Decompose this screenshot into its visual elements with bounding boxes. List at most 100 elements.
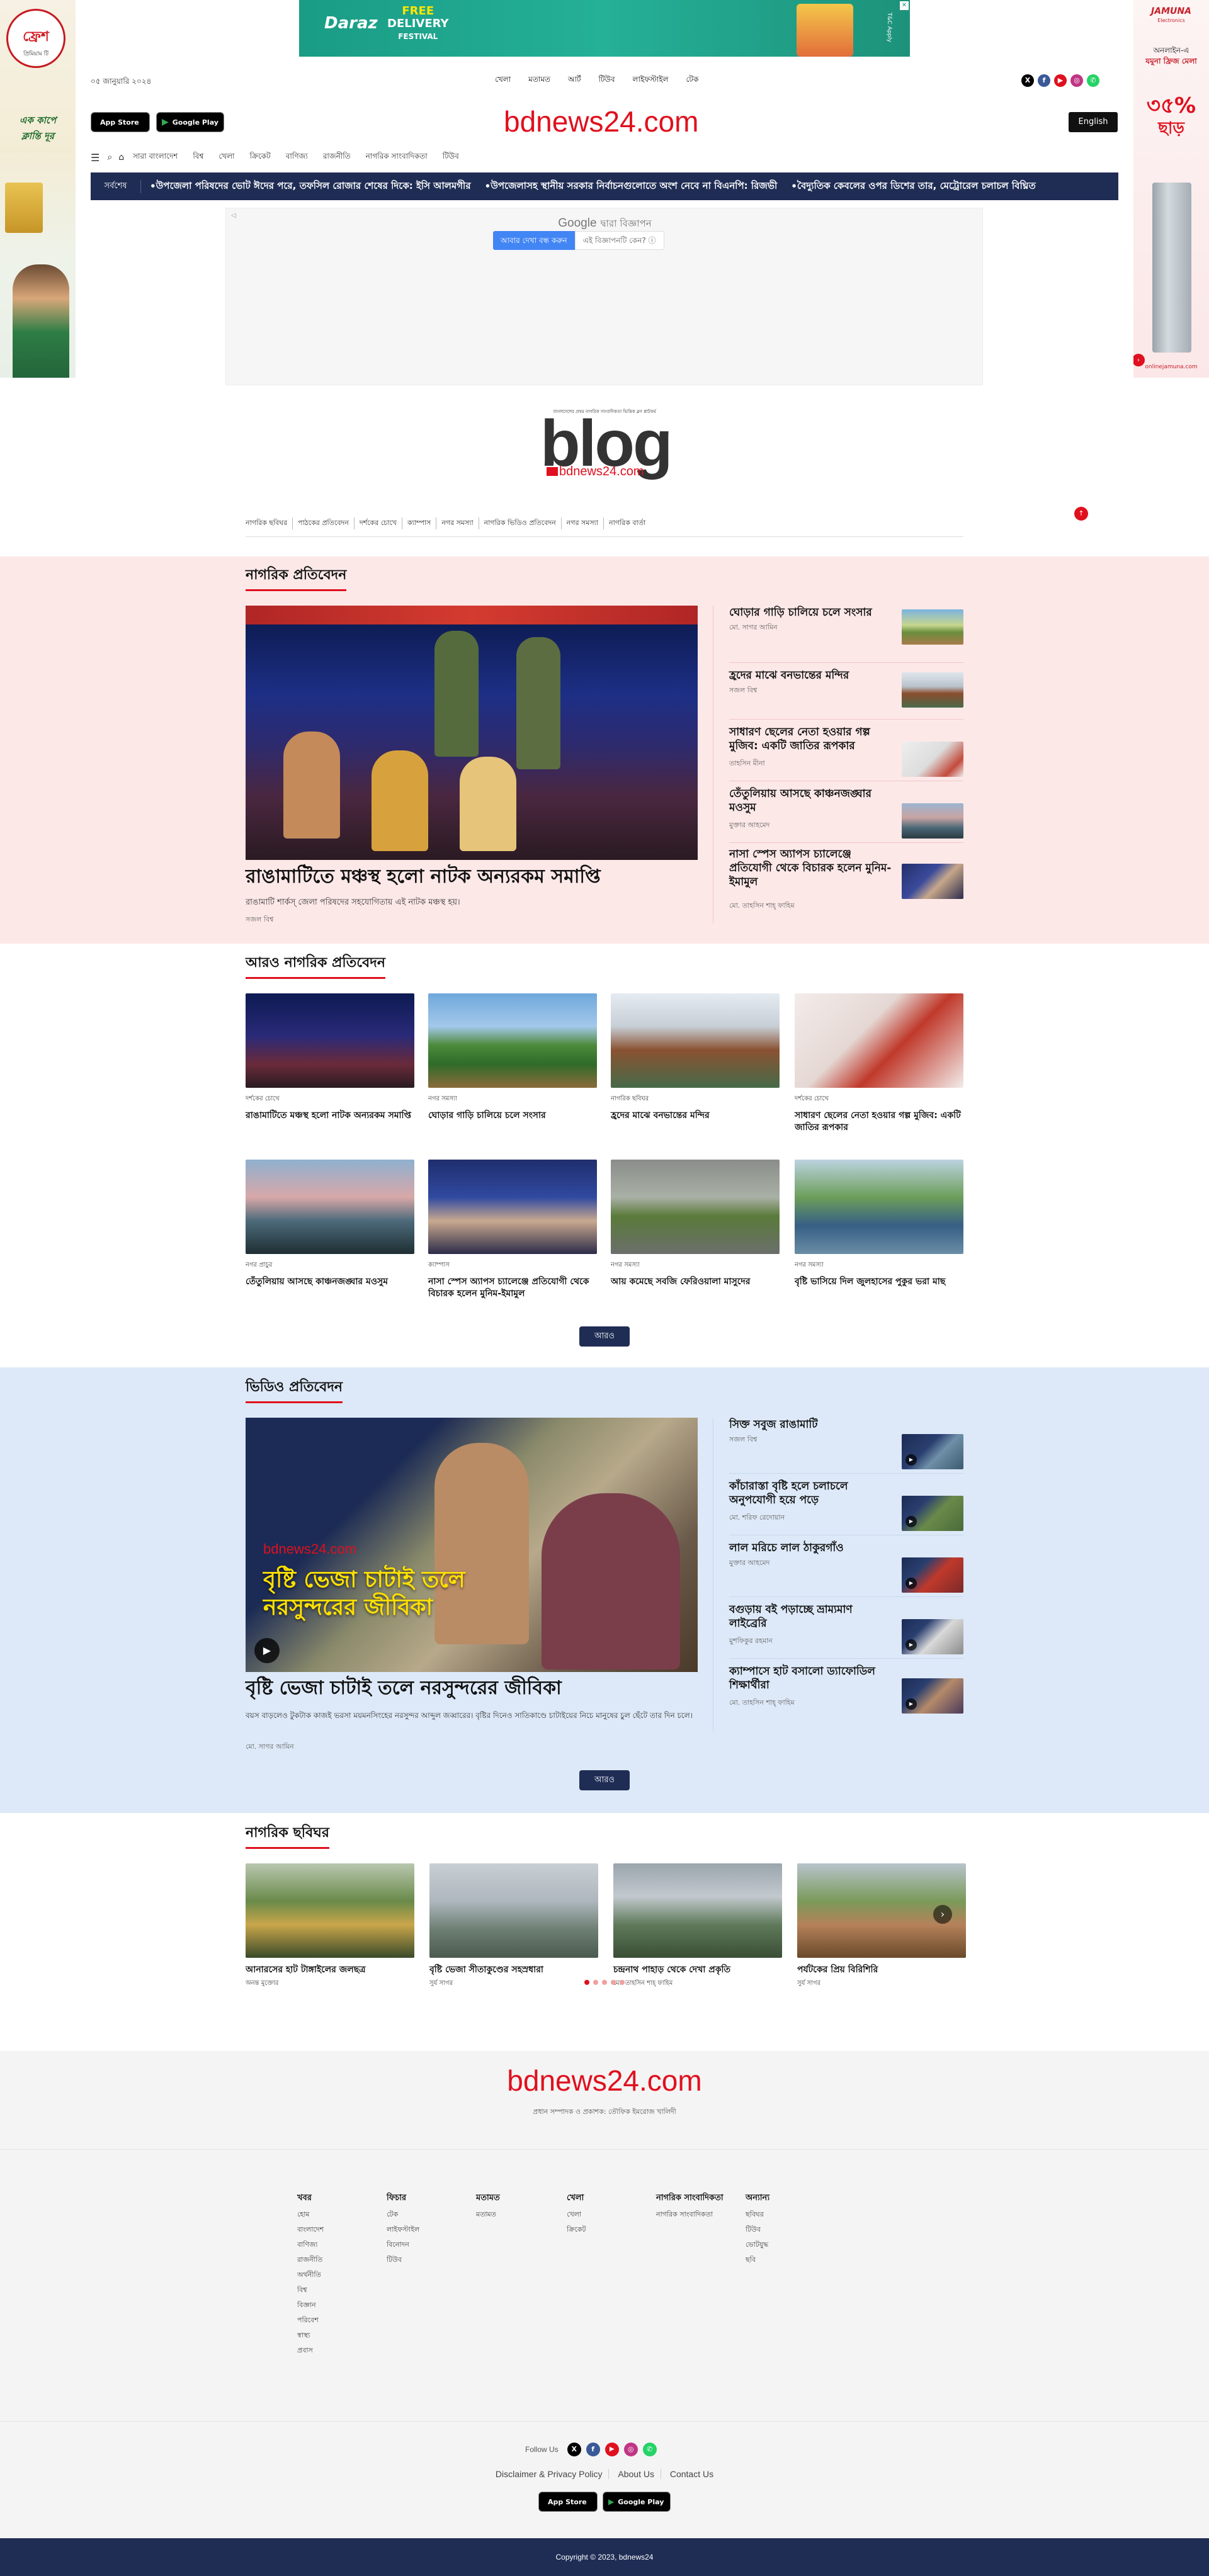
ad-back-icon[interactable]: ◁ [231, 212, 236, 219]
blog-nav-item[interactable]: নগর সমস্যা [562, 517, 604, 529]
news-card[interactable]: দর্শকের চোখে সাধারণ ছেলের নেতা হওয়ার গল… [795, 993, 963, 1134]
card-category[interactable]: ক্যাম্পাস [428, 1260, 597, 1271]
carousel-dot[interactable] [602, 1980, 607, 1985]
side-item-title[interactable]: হ্রদের মাঝে বনভান্তের মন্দির [729, 669, 893, 682]
youtube-icon[interactable]: ▶ [1054, 74, 1067, 87]
footer-link[interactable]: বিজ্ঞান [297, 2298, 324, 2313]
card-category[interactable]: নগর সমস্যা [611, 1260, 780, 1271]
card-title[interactable]: আনারসের হাট টাঙ্গাইলের জলছত্র [246, 1964, 414, 1976]
facebook-icon[interactable]: f [1038, 74, 1050, 87]
card-category[interactable]: নগর সমস্যা [795, 1260, 963, 1271]
card-title[interactable]: নাসা স্পেস অ্যাপস চ্যালেঞ্জে প্রতিযোগী থ… [428, 1276, 597, 1300]
footer-link[interactable]: অর্থনীতি [297, 2268, 324, 2283]
footer-link[interactable]: বাণিজ্য [297, 2237, 324, 2252]
english-button[interactable]: English [1069, 112, 1118, 132]
news-card[interactable]: দর্শকের চোখে রাঙামাটিতে মঞ্চস্থ হলো নাটক… [246, 993, 414, 1122]
search-icon[interactable]: ⌕ [107, 152, 112, 162]
nagorik-side-item[interactable]: হ্রদের মাঝে বনভান্তের মন্দির সজল বিশ্ব [729, 669, 963, 725]
news-card[interactable]: নগর প্রাচুর তেঁতুলিয়ায় আসছে কাঞ্চনজঙ্ঘ… [246, 1160, 414, 1288]
topnav-item[interactable]: টেক [678, 74, 708, 87]
video-side-item[interactable]: কাঁচারাস্তা বৃষ্টি হলে চলাচলে অনুপযোগী হ… [729, 1479, 963, 1536]
card-category[interactable]: দর্শকের চোখে [795, 1094, 963, 1105]
side-item-title[interactable]: সিক্ত সবুজ রাঙামাটি [729, 1418, 893, 1432]
ticker-item[interactable]: উপজেলাসহ স্থানীয় সরকার নির্বাচনগুলোতে অ… [491, 179, 777, 195]
side-item-title[interactable]: কাঁচারাস্তা বৃষ্টি হলে চলাচলে অনুপযোগী হ… [729, 1479, 893, 1507]
card-title[interactable]: ঘোড়ার গাড়ি চালিয়ে চলে সংসার [428, 1110, 597, 1122]
nagorik-lead-title[interactable]: রাঙামাটিতে মঞ্চস্থ হলো নাটক অন্যরকম সমাপ… [246, 866, 698, 888]
contact-link[interactable]: Contact Us [664, 2469, 720, 2479]
footer-link[interactable]: হোম [297, 2207, 324, 2222]
footer-google-play-button[interactable]: ▶ Google Play [603, 2492, 671, 2512]
side-item-title[interactable]: তেঁতুলিয়ায় আসছে কাঞ্চনজঙ্ঘার মওসুম [729, 787, 893, 815]
blog-nav-item[interactable]: নাগরিক ছবিঘর [246, 517, 293, 529]
carousel-next-icon[interactable]: › [933, 1905, 952, 1924]
photo-card[interactable]: বৃষ্টি ভেজা সীতাকুণ্ডের সহস্রধারা সুর্য … [429, 1863, 598, 1989]
news-card[interactable]: নগর সমস্যা আয় কমেছে সবজি ফেরিওয়ালা মাস… [611, 1160, 780, 1288]
footer-link[interactable]: ক্রিকেট [567, 2222, 586, 2237]
play-icon[interactable]: ▶ [905, 1516, 917, 1527]
side-item-title[interactable]: নাসা স্পেস অ্যাপস চ্যালেঞ্জে প্রতিযোগী থ… [729, 847, 893, 889]
right-skin-ad[interactable]: JAMUNA Electronics অনলাইন-এ যমুনা ফ্রিজ … [1133, 0, 1209, 378]
daraz-banner-ad[interactable]: Daraz FREE DELIVERY FESTIVAL T&C Apply ✕ [299, 0, 910, 57]
ad-close-icon[interactable]: ✕ [900, 1, 909, 10]
side-item-title[interactable]: ক্যাম্পাসে হাট বসালো ড্যাফোডিল শিক্ষার্থ… [729, 1664, 893, 1692]
play-icon[interactable]: ▶ [905, 1454, 917, 1466]
footer-link[interactable]: মতামত [476, 2207, 500, 2222]
footer-link[interactable]: পরিবেশ [297, 2313, 324, 2328]
news-card[interactable]: নাগরিক ছবিঘর হ্রদের মাঝে বনভান্তের মন্দি… [611, 993, 780, 1122]
carousel-dot[interactable] [611, 1980, 616, 1985]
blog-nav-item[interactable]: নগর সমস্যা [436, 517, 479, 529]
nav-item[interactable]: নাগরিক সাংবাদিকতা [358, 151, 435, 164]
footer-link[interactable]: লাইফস্টাইল [387, 2222, 419, 2237]
footer-link[interactable]: ভোটযুদ্ধ [746, 2237, 769, 2252]
nagorik-side-item[interactable]: সাধারণ ছেলের নেতা হওয়ার গল্প মুজিব: একট… [729, 725, 963, 782]
photo-card[interactable]: পর্যটকের প্রিয় বিরিশিরি সুর্য সাগর [797, 1863, 966, 1989]
news-card[interactable]: ক্যাম্পাস নাসা স্পেস অ্যাপস চ্যালেঞ্জে প… [428, 1160, 597, 1300]
x-icon[interactable]: X [567, 2443, 581, 2456]
privacy-link[interactable]: Disclaimer & Privacy Policy [489, 2469, 610, 2479]
card-title[interactable]: সাধারণ ছেলের নেতা হওয়ার গল্প মুজিব: একট… [795, 1110, 963, 1134]
x-icon[interactable]: X [1021, 74, 1034, 87]
play-icon[interactable]: ▶ [905, 1639, 917, 1651]
play-icon[interactable]: ▶ [254, 1638, 280, 1663]
more-video-button[interactable]: আরও [579, 1770, 630, 1790]
whatsapp-icon[interactable]: ✆ [1087, 74, 1099, 87]
scroll-top-icon[interactable]: ↑ [1074, 507, 1088, 521]
blog-nav-item[interactable]: নাগরিক বার্তা [604, 517, 650, 529]
stop-seeing-ad-button[interactable]: আবার দেখা বন্ধ করুন [493, 231, 575, 250]
card-category[interactable]: নগর সমস্যা [428, 1094, 597, 1105]
carousel-dot[interactable] [593, 1980, 598, 1985]
about-link[interactable]: About Us [611, 2469, 661, 2479]
card-title[interactable]: চন্দ্রনাথ পাহাড় থেকে দেখা প্রকৃতি [613, 1964, 782, 1976]
footer-link[interactable]: টিউব [387, 2252, 419, 2268]
card-title[interactable]: রাঙামাটিতে মঞ্চস্থ হলো নাটক অন্যরকম সমাপ… [246, 1110, 414, 1122]
footer-logo[interactable]: bdnews24.com [0, 2064, 1209, 2098]
side-item-title[interactable]: সাধারণ ছেলের নেতা হওয়ার গল্প মুজিব: একট… [729, 725, 893, 753]
why-this-ad-button[interactable]: এই বিজ্ঞাপনটি কেন? ⓘ [574, 231, 664, 250]
card-title[interactable]: হ্রদের মাঝে বনভান্তের মন্দির [611, 1110, 780, 1122]
youtube-icon[interactable]: ▶ [604, 2443, 619, 2456]
footer-link[interactable]: বাংলাদেশ [297, 2222, 324, 2237]
site-logo[interactable]: bdnews24.com [504, 105, 698, 138]
topnav-item[interactable]: খেলা [486, 74, 519, 87]
play-icon[interactable]: ▶ [905, 1578, 917, 1589]
side-item-title[interactable]: ঘোড়ার গাড়ি চালিয়ে চলে সংসার [729, 606, 893, 619]
nav-item[interactable]: সারা বাংলাদেশ [125, 151, 185, 164]
topnav-item[interactable]: মতামত [519, 74, 559, 87]
nav-item[interactable]: বাণিজ্য [278, 151, 315, 164]
video-lead-image[interactable]: bdnews24.com বৃষ্টি ভেজা চাটাই তলে নরসুন… [246, 1418, 698, 1672]
ticker-item[interactable]: উপজেলা পরিষদের ভোট ঈদের পরে, তফসিল রোজার… [156, 179, 471, 195]
carousel-dot[interactable] [620, 1980, 625, 1985]
footer-link[interactable]: খেলা [567, 2207, 586, 2222]
google-play-button[interactable]: ▶ Google Play [156, 112, 224, 132]
footer-link[interactable]: প্রবাস [297, 2343, 324, 2358]
left-skin-ad[interactable]: ফ্রেশ প্রিমিয়াম টি এক কাপে ক্লান্তি দূর… [0, 0, 76, 378]
news-card[interactable]: নগর সমস্যা ঘোড়ার গাড়ি চালিয়ে চলে সংসা… [428, 993, 597, 1122]
blog-nav-item[interactable]: ক্যাম্পাস [402, 517, 437, 529]
card-category[interactable]: দর্শকের চোখে [246, 1094, 414, 1105]
video-side-item[interactable]: লাল মরিচে লাল ঠাকুরগাঁও মুক্তার আহমেদ ▶ [729, 1541, 963, 1598]
footer-link[interactable]: টিউব [746, 2222, 769, 2237]
nagorik-side-item[interactable]: ঘোড়ার গাড়ি চালিয়ে চলে সংসার মো. সাগর … [729, 606, 963, 662]
news-card[interactable]: নগর সমস্যা বৃষ্টি ভাসিয়ে দিল জুলহাসের প… [795, 1160, 963, 1288]
footer-link[interactable]: বিশ্ব [297, 2283, 324, 2298]
